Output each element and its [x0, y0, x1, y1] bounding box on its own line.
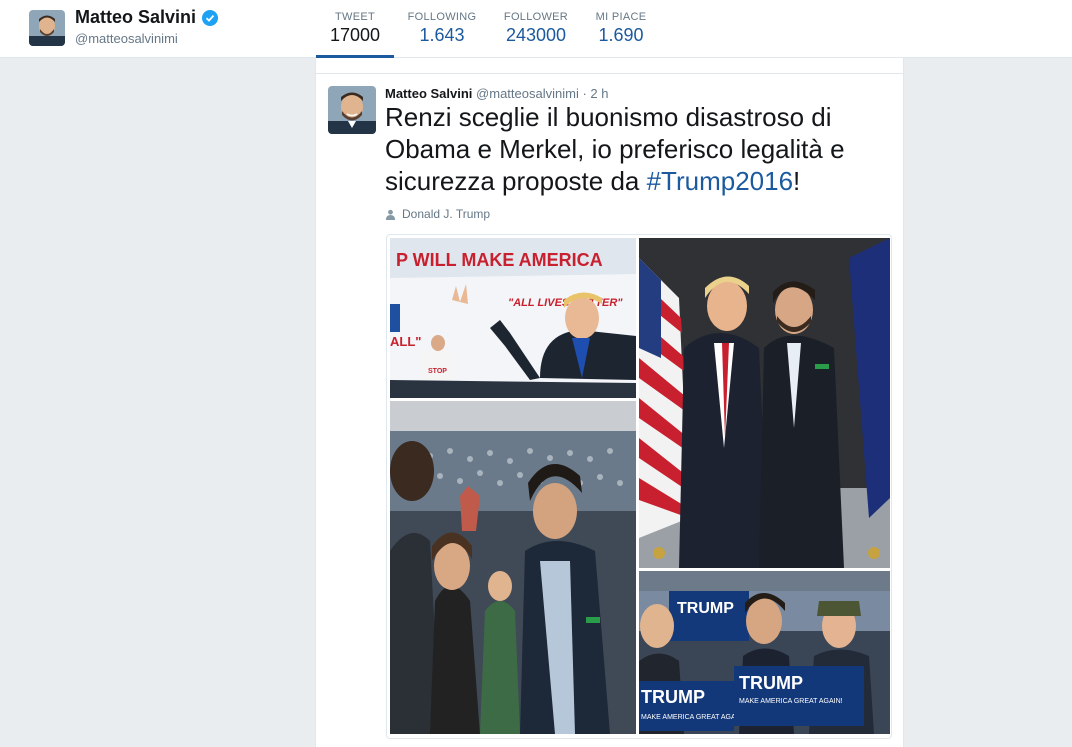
tweet-timestamp[interactable]: 2 h [590, 86, 608, 101]
profile-name[interactable]: Matteo Salvini [75, 7, 219, 28]
photo-arena-crowd[interactable] [390, 401, 636, 734]
tweet-hashtag-link[interactable]: #Trump2016 [647, 166, 793, 196]
stat-label: FOLLOWING [407, 11, 477, 23]
tweet-photo-grid[interactable]: P WILL MAKE AMERICA "ALL LIVES MATTER" A… [386, 234, 892, 739]
profile-nav-bar: Matteo Salvini @matteosalvinimi TWEET 17… [0, 0, 1072, 59]
sign-1-text: TRUMP [677, 600, 734, 617]
tweet-avatar[interactable] [328, 86, 376, 134]
tweet-header-separator: · [578, 86, 591, 101]
verified-badge-icon [202, 9, 219, 26]
photo-billboard[interactable]: P WILL MAKE AMERICA "ALL LIVES MATTER" A… [390, 238, 636, 398]
photo-trump-signs[interactable]: TRUMP TRUMP MAKE AMERICA GREAT AGAIN! TR… [639, 571, 890, 734]
timeline-container-top [315, 58, 904, 73]
tweet-text-end: ! [793, 166, 801, 196]
sign-2-text: TRUMP [641, 687, 705, 707]
profile-handle[interactable]: @matteosalvinimi [75, 31, 178, 46]
profile-name-text[interactable]: Matteo Salvini [75, 7, 196, 28]
stat-value: 17000 [329, 25, 381, 45]
tweet-author-handle[interactable]: @matteosalvinimi [476, 86, 579, 101]
billboard-left-text: ALL" [390, 334, 421, 349]
stat-label: TWEET [335, 11, 375, 23]
tagged-user-name: Donald J. Trump [402, 207, 491, 221]
tweet-header: Matteo Salvini @matteosalvinimi · 2 h [385, 86, 608, 101]
stat-label: MI PIACE [595, 11, 647, 23]
person-icon [385, 209, 396, 220]
stat-followers[interactable]: FOLLOWER 243000 [498, 0, 574, 58]
photo-handshake-flags[interactable] [639, 238, 890, 568]
tweet[interactable]: Matteo Salvini @matteosalvinimi · 2 h Re… [315, 73, 904, 747]
stat-value: 1.690 [598, 25, 644, 45]
stat-following[interactable]: FOLLOWING 1.643 [402, 0, 482, 58]
stat-tweets[interactable]: TWEET 17000 [316, 0, 394, 59]
tweet-tagged-user[interactable]: Donald J. Trump [385, 207, 490, 221]
stat-value: 1.643 [419, 25, 465, 45]
sign-3-subtext: MAKE AMERICA GREAT AGAIN! [739, 698, 843, 705]
shirt-text: STOP [428, 368, 447, 375]
profile-avatar[interactable] [29, 10, 65, 46]
stat-label: FOLLOWER [503, 11, 569, 23]
tweet-author-name[interactable]: Matteo Salvini [385, 86, 472, 101]
sign-3-text: TRUMP [739, 673, 803, 693]
tweet-text: Renzi sceglie il buonismo disastroso di … [385, 101, 885, 197]
billboard-headline: P WILL MAKE AMERICA [396, 250, 603, 270]
stat-value: 243000 [505, 25, 567, 45]
stat-likes[interactable]: MI PIACE 1.690 [590, 0, 652, 58]
sign-2-subtext: MAKE AMERICA GREAT AGAIN! [641, 714, 745, 721]
